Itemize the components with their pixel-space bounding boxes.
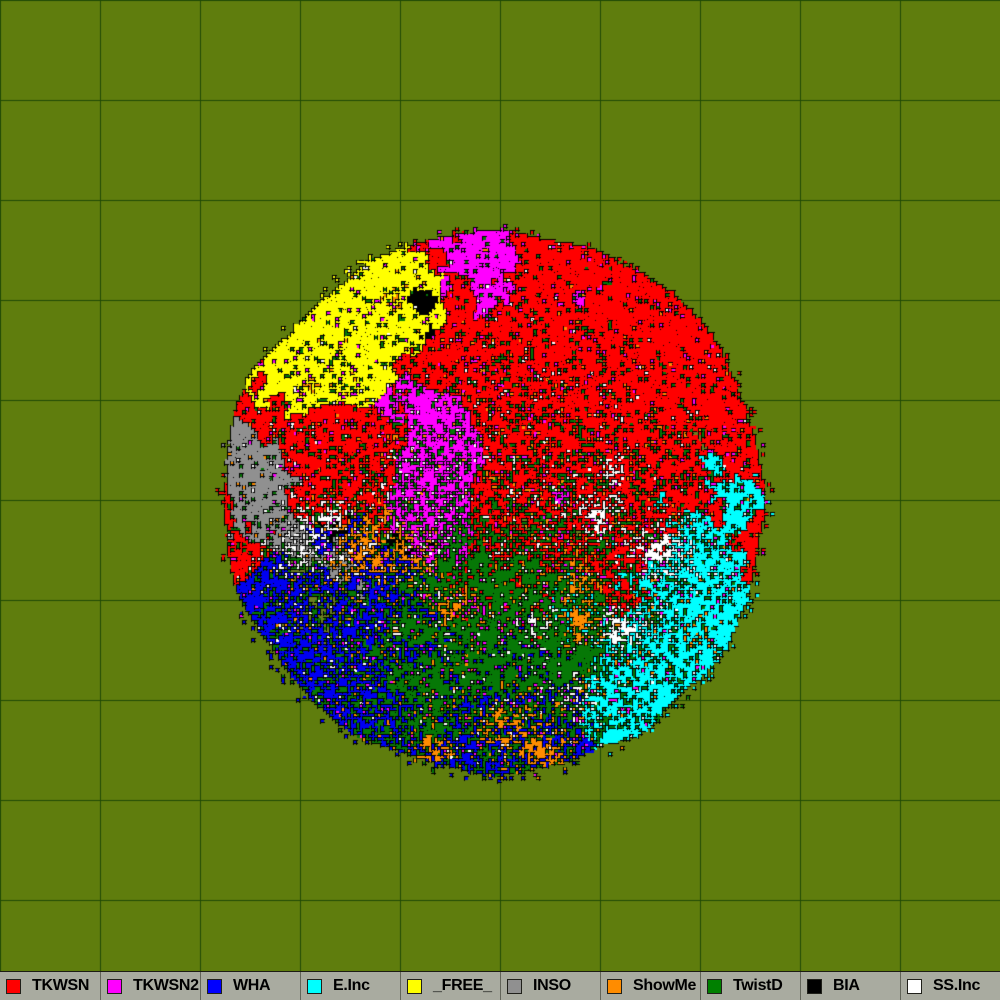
legend-faction-label: WHA: [233, 977, 270, 995]
legend-faction-label: SS.Inc: [933, 977, 980, 995]
legend-item-tkwsn: TKWSN: [0, 972, 100, 1000]
legend-color-swatch: [507, 979, 522, 994]
legend-item-inso: INSO: [500, 972, 600, 1000]
legend-item-twistd: TwistD: [700, 972, 800, 1000]
legend-item-ssinc: SS.Inc: [900, 972, 1000, 1000]
legend-color-swatch: [707, 979, 722, 994]
legend-faction-label: BIA: [833, 977, 860, 995]
territory-map-canvas: [0, 0, 1000, 1000]
legend-faction-label: TKWSN2: [133, 977, 199, 995]
game-territory-map-screen: TKWSN TKWSN2 WHA E.Inc _FREE_ INSO ShowMe Twist…: [0, 0, 1000, 1000]
legend-color-swatch: [407, 979, 422, 994]
legend-item-showme: ShowMe: [600, 972, 700, 1000]
legend-faction-label: TKWSN: [32, 977, 89, 995]
faction-legend-bar: TKWSN TKWSN2 WHA E.Inc _FREE_ INSO ShowMe Twist…: [0, 971, 1000, 1000]
legend-item-einc: E.Inc: [300, 972, 400, 1000]
legend-item-tkwsn2: TKWSN2: [100, 972, 200, 1000]
legend-faction-label: TwistD: [733, 977, 782, 995]
legend-item-bia: BIA: [800, 972, 900, 1000]
legend-faction-label: E.Inc: [333, 977, 370, 995]
legend-color-swatch: [907, 979, 922, 994]
legend-color-swatch: [607, 979, 622, 994]
legend-color-swatch: [107, 979, 122, 994]
legend-item-free: _FREE_: [400, 972, 500, 1000]
legend-faction-label: ShowMe: [633, 977, 696, 995]
legend-color-swatch: [807, 979, 822, 994]
legend-color-swatch: [207, 979, 222, 994]
legend-color-swatch: [6, 979, 21, 994]
legend-faction-label: INSO: [533, 977, 571, 995]
legend-color-swatch: [307, 979, 322, 994]
legend-item-wha: WHA: [200, 972, 300, 1000]
legend-faction-label: _FREE_: [433, 977, 492, 995]
